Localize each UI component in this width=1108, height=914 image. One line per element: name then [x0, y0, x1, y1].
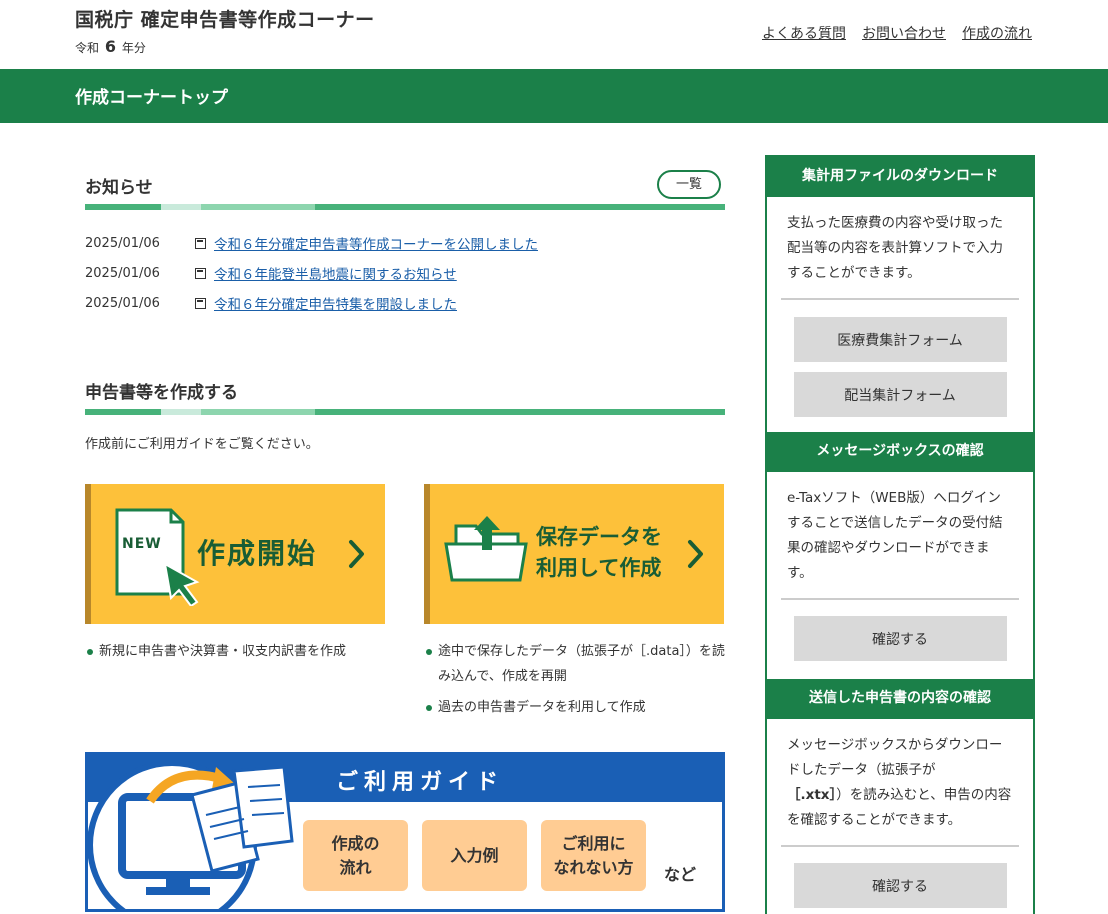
chevron-right-icon	[688, 540, 703, 568]
file-extension: ［.xtx］	[787, 787, 837, 803]
contact-link[interactable]: お問い合わせ	[862, 23, 946, 43]
notice-link[interactable]: 令和６年能登半島地震に関するお知らせ	[214, 263, 457, 283]
guide-flow-button[interactable]: 作成の 流れ	[303, 820, 408, 891]
tax-year: 令和 6 年分	[75, 37, 146, 56]
saved-data-label: 保存データを 利用して作成	[536, 522, 662, 584]
create-header: 申告書等を作成する	[85, 360, 725, 415]
guide-button-line: ご利用に	[561, 833, 626, 853]
list-item: 途中で保存したデータ（拡張子が［.data］）を読み込んで、作成を再開	[424, 639, 729, 689]
guide-etc: など	[664, 865, 697, 884]
list-item: 2025/01/06 令和６年分確定申告書等作成コーナーを公開しました	[85, 228, 725, 258]
messagebox-text: e-Taxソフト（WEB版）へログインすることで送信したデータの受付結果の確認や…	[787, 490, 1003, 581]
notices-list: 2025/01/06 令和６年分確定申告書等作成コーナーを公開しました 2025…	[85, 228, 725, 318]
sent-text-part: メッセージボックスからダウンロードしたデータ（拡張子が	[787, 737, 1003, 778]
start-bullets: 新規に申告書や決算書・収支内訳書を作成	[85, 639, 346, 670]
notice-date: 2025/01/06	[85, 265, 160, 281]
create-intro: 作成前にご利用ガイドをご覧ください。	[85, 437, 319, 452]
notice-date: 2025/01/06	[85, 235, 160, 251]
divider	[781, 845, 1019, 847]
chevron-right-icon	[349, 540, 364, 568]
flow-link[interactable]: 作成の流れ	[962, 23, 1032, 43]
year-prefix: 令和	[75, 41, 100, 55]
list-item: 2025/01/06 令和６年分確定申告特集を開設しました	[85, 288, 725, 318]
notice-link[interactable]: 令和６年分確定申告特集を開設しました	[214, 293, 457, 313]
new-document-icon	[115, 508, 200, 606]
messagebox-heading: メッセージボックスの確認	[767, 432, 1033, 472]
top-nav: よくある質問 お問い合わせ 作成の流れ	[762, 23, 1032, 43]
section-rule	[85, 409, 725, 415]
year-number: 6	[104, 37, 116, 56]
sent-return-heading: 送信した申告書の内容の確認	[767, 679, 1033, 719]
notice-date: 2025/01/06	[85, 295, 160, 311]
create-heading: 申告書等を作成する	[85, 383, 238, 403]
dividend-form-button[interactable]: 配当集計フォーム	[793, 372, 1007, 417]
messagebox-confirm-button[interactable]: 確認する	[793, 616, 1007, 661]
section-rule	[85, 204, 725, 210]
medical-form-button[interactable]: 医療費集計フォーム	[793, 317, 1007, 362]
guide-button-line: 入力例	[450, 845, 499, 865]
start-create-label: 作成開始	[197, 537, 318, 570]
sent-return-confirm-button[interactable]: 確認する	[793, 863, 1007, 908]
site-title[interactable]: 国税庁 確定申告書等作成コーナー	[75, 5, 375, 32]
page-title-bar: 作成コーナートップ	[0, 69, 1108, 123]
start-create-button[interactable]: NEW 作成開始	[85, 484, 385, 624]
main-content: お知らせ 一覧 2025/01/06 令和６年分確定申告書等作成コーナーを公開し…	[85, 155, 725, 912]
site-header: 国税庁 確定申告書等作成コーナー 令和 6 年分 よくある質問 お問い合わせ 作…	[0, 0, 1108, 69]
list-item: 過去の申告書データを利用して作成	[424, 695, 729, 720]
computer-documents-icon	[88, 760, 294, 909]
divider	[781, 598, 1019, 600]
divider	[781, 298, 1019, 300]
saved-data-label-line2: 利用して作成	[536, 556, 662, 580]
guide-button-line: 流れ	[339, 857, 372, 877]
create-tiles: NEW 作成開始 保存データを 利用して作成 新規に申告書や決算書・収支内訳書を…	[85, 484, 725, 724]
download-text: 支払った医療費の内容や受け取った配当等の内容を表計算ソフトで入力することができま…	[787, 215, 1003, 281]
guide-button-line: なれない方	[553, 857, 634, 877]
list-item: 2025/01/06 令和６年能登半島地震に関するお知らせ	[85, 258, 725, 288]
sidebar: 集計用ファイルのダウンロード 支払った医療費の内容や受け取った配当等の内容を表計…	[765, 155, 1035, 914]
window-icon	[195, 267, 206, 279]
notices-heading: お知らせ	[85, 178, 153, 198]
user-guide-banner[interactable]: ご利用ガイド 作成の流れ 入力例 ご利用になれない方 など	[85, 752, 725, 912]
window-icon	[195, 237, 206, 249]
folder-upload-icon	[444, 516, 528, 582]
saved-data-label-line1: 保存データを	[536, 525, 662, 549]
guide-beginner-button[interactable]: ご利用に なれない方	[541, 820, 646, 891]
new-badge: NEW	[122, 536, 162, 552]
list-item: 新規に申告書や決算書・収支内訳書を作成	[85, 639, 346, 664]
faq-link[interactable]: よくある質問	[762, 23, 846, 43]
notice-link[interactable]: 令和６年分確定申告書等作成コーナーを公開しました	[214, 233, 538, 253]
messagebox-panel: メッセージボックスの確認 e-Taxソフト（WEB版）へログインすることで送信し…	[767, 432, 1033, 661]
sent-return-panel: 送信した申告書の内容の確認 メッセージボックスからダウンロードしたデータ（拡張子…	[767, 679, 1033, 908]
download-panel: 集計用ファイルのダウンロード 支払った医療費の内容や受け取った配当等の内容を表計…	[767, 157, 1033, 417]
saved-bullets: 途中で保存したデータ（拡張子が［.data］）を読み込んで、作成を再開 過去の申…	[424, 639, 729, 726]
saved-data-button[interactable]: 保存データを 利用して作成	[424, 484, 724, 624]
page-title: 作成コーナートップ	[75, 88, 228, 108]
notices-list-button[interactable]: 一覧	[657, 170, 721, 199]
download-heading: 集計用ファイルのダウンロード	[767, 157, 1033, 197]
guide-title: ご利用ガイド	[336, 770, 505, 795]
guide-button-line: 作成の	[331, 833, 380, 853]
notices-header: お知らせ 一覧	[85, 155, 725, 210]
window-icon	[195, 297, 206, 309]
sent-return-text: メッセージボックスからダウンロードしたデータ（拡張子が ［.xtx］）を読み込むと…	[767, 719, 1033, 845]
guide-example-button[interactable]: 入力例	[422, 820, 527, 891]
year-suffix: 年分	[121, 41, 146, 55]
